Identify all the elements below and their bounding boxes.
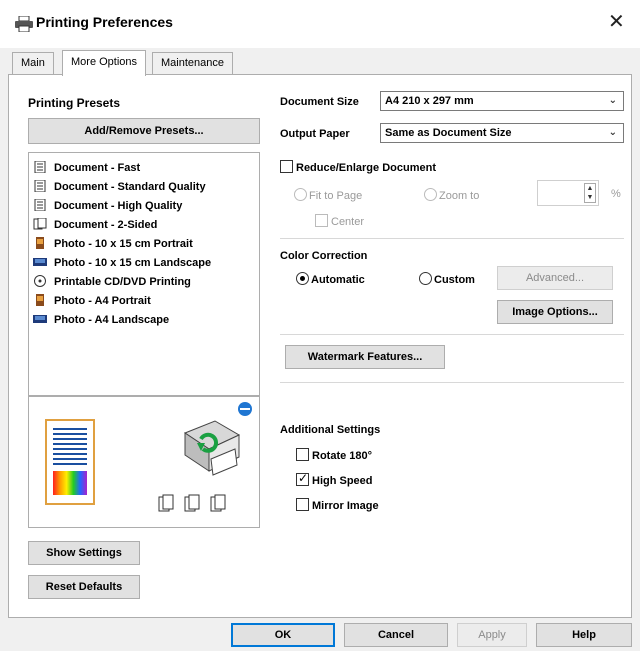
zoom-percentage-stepper[interactable]: ▲ ▼ [537, 180, 599, 206]
center-checkbox[interactable]: Center [315, 214, 364, 228]
chevron-down-icon: ⌄ [608, 127, 617, 138]
close-icon[interactable]: ✕ [608, 12, 625, 32]
fit-to-page-radio[interactable]: Fit to Page [294, 188, 362, 202]
tab-main[interactable]: Main [12, 52, 54, 74]
image-options-button[interactable]: Image Options... [497, 300, 613, 324]
spinner-arrows-icon[interactable]: ▲ ▼ [584, 183, 596, 203]
list-item[interactable]: Document - Fast [33, 161, 140, 174]
disc-icon [34, 275, 46, 287]
automatic-radio[interactable]: Automatic [296, 272, 365, 286]
printer-icon [15, 16, 33, 32]
cancel-button[interactable]: Cancel [344, 623, 448, 647]
list-item[interactable]: Photo - A4 Landscape [33, 313, 169, 326]
checkbox[interactable] [296, 471, 309, 486]
output-paper-label: Output Paper [280, 128, 350, 140]
reset-defaults-button[interactable]: Reset Defaults [28, 575, 140, 599]
preset-list[interactable]: Document - Fast Document - Standard Qual… [28, 152, 260, 396]
document-icon [34, 180, 46, 192]
advanced-button[interactable]: Advanced... [497, 266, 613, 290]
checkbox[interactable] [315, 214, 328, 227]
tab-maintenance[interactable]: Maintenance [152, 52, 233, 74]
percent-label: % [611, 188, 621, 200]
photo-landscape-icon [33, 315, 47, 323]
paper-orientation-icon [158, 494, 226, 512]
checkbox[interactable] [296, 448, 309, 461]
add-remove-presets-button[interactable]: Add/Remove Presets... [28, 118, 260, 144]
document-size-label: Document Size [280, 96, 359, 108]
divider [280, 238, 624, 239]
page-preview-icon [45, 419, 95, 505]
divider [280, 382, 624, 383]
list-item[interactable]: Document - 2-Sided [33, 218, 157, 231]
chevron-down-icon: ⌄ [608, 95, 617, 106]
radio-button[interactable] [294, 188, 307, 201]
rotate-180-checkbox[interactable]: Rotate 180° [296, 448, 372, 462]
checkbox[interactable] [280, 160, 293, 173]
document-size-select[interactable]: A4 210 x 297 mm ⌄ [380, 91, 624, 111]
mirror-image-checkbox[interactable]: Mirror Image [296, 498, 379, 512]
two-sided-document-icon [33, 218, 47, 230]
divider [280, 334, 624, 335]
custom-radio[interactable]: Custom [419, 272, 475, 286]
list-item[interactable]: Printable CD/DVD Printing [33, 275, 191, 288]
document-icon [34, 199, 46, 211]
list-item[interactable]: Photo - A4 Portrait [33, 294, 151, 307]
ok-button[interactable]: OK [231, 623, 335, 647]
list-item[interactable]: Photo - 10 x 15 cm Portrait [33, 237, 193, 250]
apply-button[interactable]: Apply [457, 623, 527, 647]
photo-landscape-icon [33, 258, 47, 266]
photo-portrait-icon [36, 237, 44, 249]
color-correction-label: Color Correction [280, 250, 368, 262]
list-item[interactable]: Photo - 10 x 15 cm Landscape [33, 256, 211, 269]
show-settings-button[interactable]: Show Settings [28, 541, 140, 565]
reduce-enlarge-checkbox[interactable]: Reduce/Enlarge Document [280, 160, 436, 174]
zoom-to-radio[interactable]: Zoom to [424, 188, 479, 202]
radio-button[interactable] [419, 272, 432, 285]
high-speed-checkbox[interactable]: High Speed [296, 471, 373, 487]
document-icon [34, 161, 46, 173]
radio-button[interactable] [296, 272, 309, 285]
checkbox[interactable] [296, 498, 309, 511]
info-icon [238, 402, 252, 416]
print-preview [28, 396, 260, 528]
list-item[interactable]: Document - Standard Quality [33, 180, 206, 193]
photo-portrait-icon [36, 294, 44, 306]
printer-icon [183, 420, 241, 476]
additional-settings-label: Additional Settings [280, 424, 381, 436]
presets-heading: Printing Presets [28, 96, 121, 110]
radio-button[interactable] [424, 188, 437, 201]
output-paper-select[interactable]: Same as Document Size ⌄ [380, 123, 624, 143]
window-title: Printing Preferences [36, 14, 173, 30]
watermark-features-button[interactable]: Watermark Features... [285, 345, 445, 369]
tab-more-options[interactable]: More Options [62, 50, 147, 76]
help-button[interactable]: Help [536, 623, 632, 647]
list-item[interactable]: Document - High Quality [33, 199, 182, 212]
